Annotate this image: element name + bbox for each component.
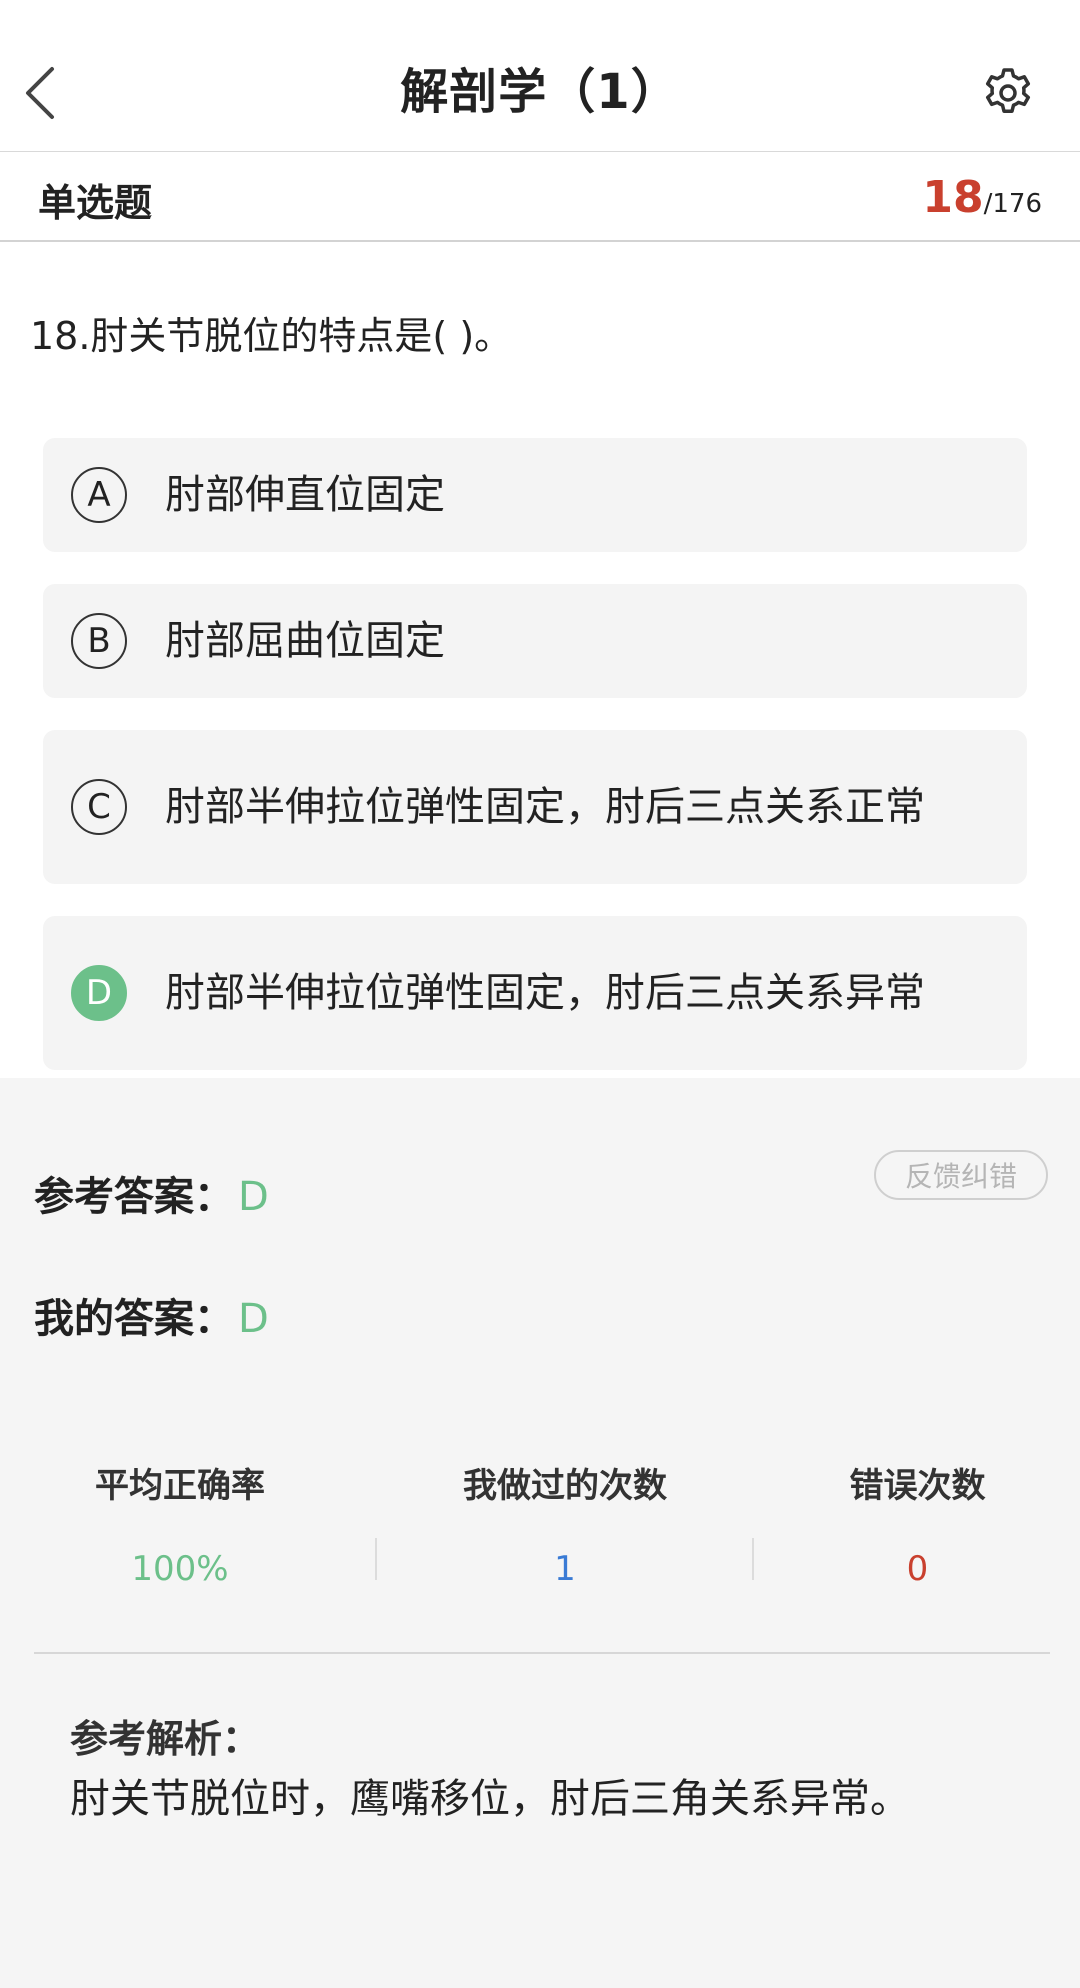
- question-type-bar: 单选题 18/176: [0, 152, 1080, 242]
- option-text-b: 肘部屈曲位固定: [165, 618, 445, 664]
- answer-panel: 反馈纠错 参考答案： D 我的答案： D 平均正确率 100% 我做过的次数 1 错…: [0, 1078, 1080, 1988]
- option-c[interactable]: C 肘部半伸拉位弹性固定，肘后三点关系正常: [43, 730, 1027, 884]
- option-letter-b: B: [71, 613, 127, 669]
- my-answer-value: D: [238, 1296, 269, 1342]
- section-divider: [34, 1652, 1050, 1654]
- option-letter-a: A: [71, 467, 127, 523]
- option-a[interactable]: A 肘部伸直位固定: [43, 438, 1027, 552]
- stat-divider: [375, 1538, 377, 1580]
- option-letter-c: C: [71, 779, 127, 835]
- stat-attempts-value: 1: [554, 1549, 576, 1589]
- analysis-title: 参考解析：: [70, 1717, 261, 1761]
- stat-errors-value: 0: [906, 1549, 929, 1589]
- gear-icon: [985, 68, 1031, 113]
- stats-row: 平均正确率 100% 我做过的次数 1 错误次数 0: [0, 1458, 1080, 1589]
- stat-attempts: 我做过的次数 1: [400, 1458, 730, 1589]
- stat-errors-label: 错误次数: [849, 1466, 986, 1506]
- stat-accuracy-value: 100%: [131, 1549, 229, 1589]
- page-title: 解剖学（1）: [400, 64, 680, 120]
- stat-attempts-label: 我做过的次数: [463, 1466, 667, 1506]
- option-d[interactable]: D 肘部半伸拉位弹性固定，肘后三点关系异常: [43, 916, 1027, 1070]
- option-text-d: 肘部半伸拉位弹性固定，肘后三点关系异常: [165, 970, 925, 1016]
- question-type-label: 单选题: [38, 181, 153, 225]
- stat-accuracy: 平均正确率 100%: [50, 1458, 310, 1589]
- reference-answer-value: D: [238, 1174, 269, 1220]
- option-text-a: 肘部伸直位固定: [165, 472, 445, 518]
- stat-divider: [752, 1538, 754, 1580]
- option-b[interactable]: B 肘部屈曲位固定: [43, 584, 1027, 698]
- current-question-number: 18: [922, 172, 984, 223]
- stat-accuracy-label: 平均正确率: [95, 1466, 265, 1506]
- my-answer-label: 我的答案：: [34, 1296, 234, 1342]
- reference-answer-label: 参考答案：: [34, 1174, 234, 1220]
- options-list: A 肘部伸直位固定 B 肘部屈曲位固定 C 肘部半伸拉位弹性固定，肘后三点关系正…: [43, 438, 1027, 1102]
- option-letter-d-correct: D: [71, 965, 127, 1021]
- analysis-text: 肘关节脱位时，鹰嘴移位，肘后三角关系异常。: [70, 1776, 910, 1822]
- nav-bar: 解剖学（1）: [0, 0, 1080, 152]
- total-questions: /176: [983, 189, 1042, 219]
- settings-button[interactable]: [980, 62, 1036, 118]
- feedback-button[interactable]: 反馈纠错: [874, 1150, 1048, 1200]
- question-text: 18.肘关节脱位的特点是( )。: [30, 314, 513, 358]
- question-progress: 18/176: [922, 172, 1042, 223]
- stat-errors: 错误次数 0: [800, 1458, 1035, 1589]
- reference-answer: 参考答案： D: [34, 1164, 269, 1222]
- my-answer: 我的答案： D: [34, 1286, 269, 1344]
- option-text-c: 肘部半伸拉位弹性固定，肘后三点关系正常: [165, 784, 925, 830]
